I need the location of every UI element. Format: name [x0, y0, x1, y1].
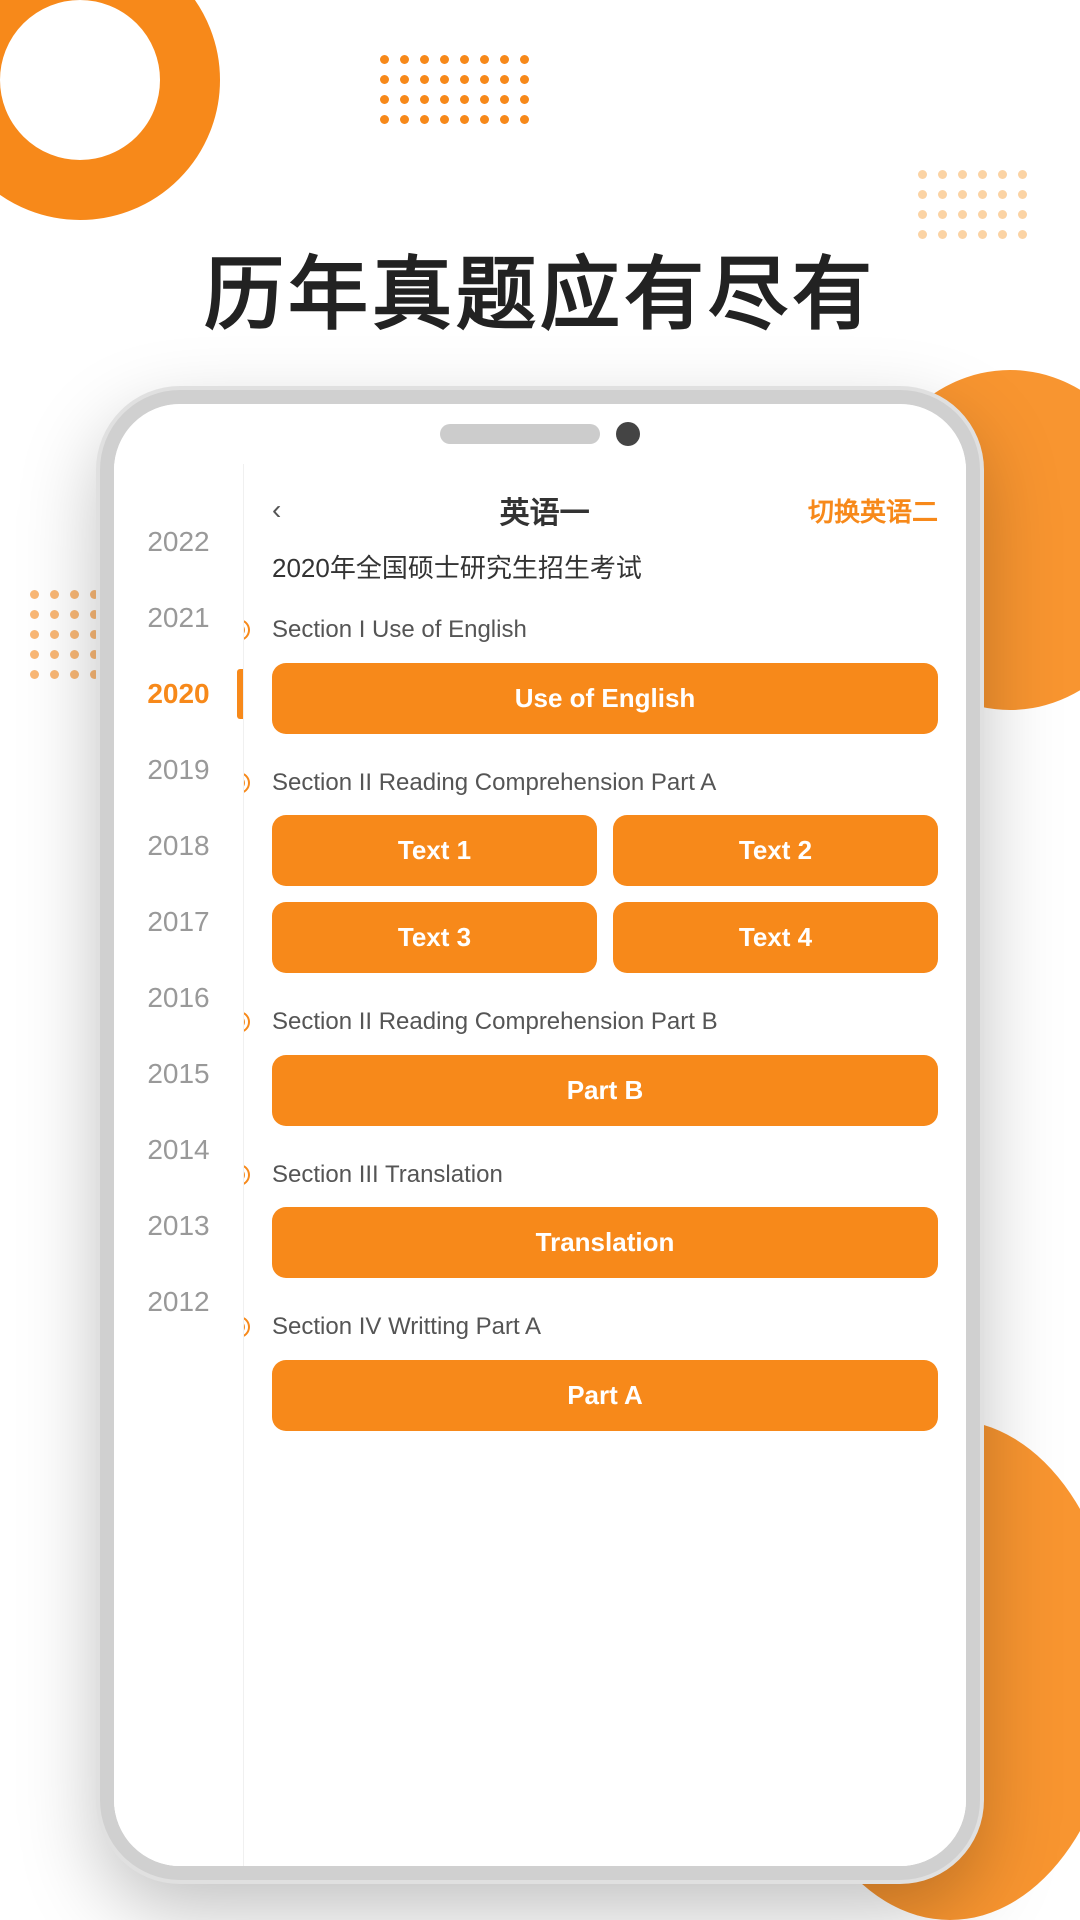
use-of-english-button[interactable]: Use of English	[272, 663, 938, 734]
back-button[interactable]: ‹	[272, 494, 281, 526]
section-dot-5	[244, 1318, 248, 1336]
section-label-4: Section III Translation	[272, 1158, 938, 1192]
year-item-2018[interactable]: 2018	[114, 808, 243, 884]
main-heading: 历年真题应有尽有	[0, 230, 1080, 346]
section-block-2: Section II Reading Comprehension Part A …	[272, 766, 938, 974]
phone-camera	[616, 422, 640, 446]
year-item-2016[interactable]: 2016	[114, 960, 243, 1036]
year-sidebar: 2022 2021 2020 2019 2018 2017 2016 2015 …	[114, 464, 244, 1866]
section-block-3: Section II Reading Comprehension Part B …	[272, 1005, 938, 1126]
section-5-buttons: Part A	[272, 1360, 938, 1431]
language-switch-button[interactable]: 切换英语二	[808, 492, 938, 529]
year-item-2019[interactable]: 2019	[114, 732, 243, 808]
section-dot-1	[244, 621, 248, 639]
section-block-5: Section IV Writting Part A Part A	[272, 1310, 938, 1431]
text-2-button[interactable]: Text 2	[613, 815, 938, 886]
section-label-1: Section I Use of English	[272, 613, 938, 647]
section-dot-2	[244, 774, 248, 792]
section-dot-4	[244, 1166, 248, 1184]
section-dot-3	[244, 1013, 248, 1031]
section-label-2: Section II Reading Comprehension Part A	[272, 766, 938, 800]
year-item-2021[interactable]: 2021	[114, 580, 243, 656]
year-item-2015[interactable]: 2015	[114, 1036, 243, 1112]
part-b-button[interactable]: Part B	[272, 1055, 938, 1126]
year-item-2017[interactable]: 2017	[114, 884, 243, 960]
text-4-button[interactable]: Text 4	[613, 902, 938, 973]
year-item-2022[interactable]: 2022	[114, 504, 243, 580]
section-4-buttons: Translation	[272, 1207, 938, 1278]
year-item-2020[interactable]: 2020	[114, 656, 243, 732]
language-title: 英语一	[500, 488, 590, 532]
part-a-button[interactable]: Part A	[272, 1360, 938, 1431]
section-label-5: Section IV Writting Part A	[272, 1310, 938, 1344]
section-3-buttons: Part B	[272, 1055, 938, 1126]
text-3-button[interactable]: Text 3	[272, 902, 597, 973]
decorative-circle-top-left	[0, 0, 220, 220]
year-item-2012[interactable]: 2012	[114, 1264, 243, 1340]
section-block-1: Section I Use of English Use of English	[272, 613, 938, 734]
section-block-4: Section III Translation Translation	[272, 1158, 938, 1279]
phone-speaker	[440, 424, 600, 444]
content-area: ‹ 英语一 切换英语二 2020年全国硕士研究生招生考试 Section I U…	[244, 464, 966, 1866]
content-header: ‹ 英语一 切换英语二	[272, 488, 938, 532]
phone-mockup: 2022 2021 2020 2019 2018 2017 2016 2015 …	[100, 390, 980, 1880]
exam-title: 2020年全国硕士研究生招生考试	[272, 548, 938, 585]
section-label-3: Section II Reading Comprehension Part B	[272, 1005, 938, 1039]
section-2-buttons: Text 1 Text 2 Text 3 Text 4	[272, 815, 938, 973]
section-1-buttons: Use of English	[272, 663, 938, 734]
year-item-2013[interactable]: 2013	[114, 1188, 243, 1264]
phone-screen: 2022 2021 2020 2019 2018 2017 2016 2015 …	[114, 464, 966, 1866]
decorative-dots-top-center	[380, 55, 532, 127]
year-item-2014[interactable]: 2014	[114, 1112, 243, 1188]
phone-frame: 2022 2021 2020 2019 2018 2017 2016 2015 …	[100, 390, 980, 1880]
phone-notch	[114, 404, 966, 464]
text-1-button[interactable]: Text 1	[272, 815, 597, 886]
translation-button[interactable]: Translation	[272, 1207, 938, 1278]
